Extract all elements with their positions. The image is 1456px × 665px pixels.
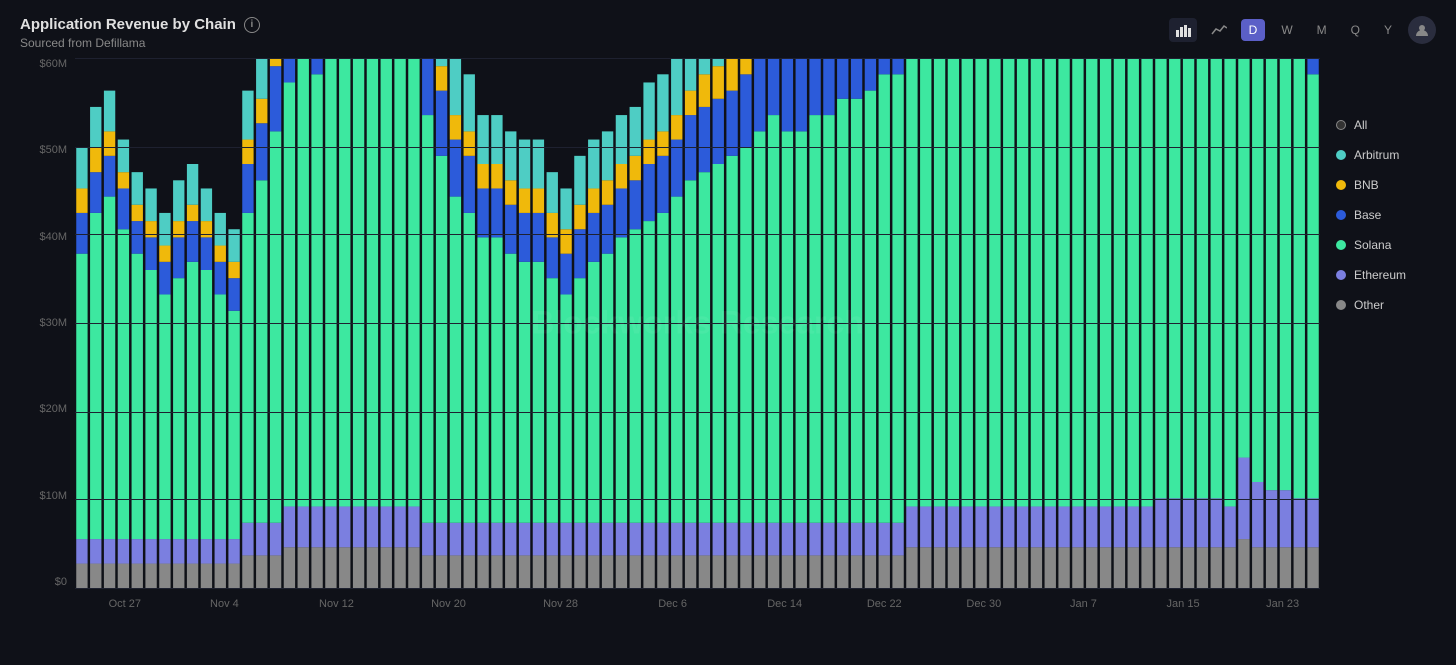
legend-item-all[interactable]: All	[1336, 118, 1436, 132]
period-d-button[interactable]: D	[1241, 19, 1266, 41]
x-axis-label: Dec 14	[767, 598, 802, 610]
y-axis: $60M $50M $40M $30M $20M $10M $0	[20, 58, 75, 588]
app-container: Application Revenue by Chain i Sourced f…	[0, 0, 1456, 665]
x-axis-label: Jan 23	[1266, 598, 1299, 610]
chart-title: Application Revenue by Chain i	[20, 16, 260, 33]
chart-area: $60M $50M $40M $30M $20M $10M $0	[20, 58, 1436, 628]
legend-label-arbitrum: Arbitrum	[1354, 148, 1399, 162]
x-axis-label: Dec 22	[867, 598, 902, 610]
legend-item-bnb[interactable]: BNB	[1336, 178, 1436, 192]
header: Application Revenue by Chain i Sourced f…	[20, 16, 1436, 50]
x-axis-label: Nov 4	[210, 598, 239, 610]
grid-lines	[75, 58, 1320, 588]
y-label-20m: $20M	[20, 403, 75, 415]
grid-line-50m	[75, 147, 1320, 148]
legend-label-ethereum: Ethereum	[1354, 268, 1406, 282]
legend-dot-all	[1336, 120, 1346, 130]
y-label-10m: $10M	[20, 490, 75, 502]
grid-line-10m	[75, 499, 1320, 500]
period-q-button[interactable]: Q	[1343, 19, 1368, 41]
x-axis-label: Jan 7	[1070, 598, 1097, 610]
legend-dot-solana	[1336, 240, 1346, 250]
x-axis-label: Jan 15	[1167, 598, 1200, 610]
legend-dot-arbitrum	[1336, 150, 1346, 160]
info-icon[interactable]: i	[244, 17, 260, 33]
legend-item-base[interactable]: Base	[1336, 208, 1436, 222]
period-m-button[interactable]: M	[1309, 19, 1335, 41]
bar-chart-button[interactable]	[1169, 18, 1197, 42]
legend-dot-ethereum	[1336, 270, 1346, 280]
chart-inner: Blockworks Research	[75, 58, 1320, 588]
title-text: Application Revenue by Chain	[20, 16, 236, 33]
legend-label-all: All	[1354, 118, 1367, 132]
chart-main: $60M $50M $40M $30M $20M $10M $0	[20, 58, 1320, 628]
grid-line-60m	[75, 58, 1320, 59]
legend-label-solana: Solana	[1354, 238, 1391, 252]
legend-label-other: Other	[1354, 298, 1384, 312]
legend: All Arbitrum BNB Base Solana Ethereum	[1336, 58, 1436, 628]
legend-item-other[interactable]: Other	[1336, 298, 1436, 312]
x-axis: Oct 27 Nov 4 Nov 12 Nov 20 Nov 28 Dec 6 Dec 14…	[75, 592, 1320, 628]
y-label-0: $0	[20, 576, 75, 588]
x-axis-label: Nov 28	[543, 598, 578, 610]
legend-dot-base	[1336, 210, 1346, 220]
line-chart-icon	[1211, 22, 1227, 38]
legend-item-ethereum[interactable]: Ethereum	[1336, 268, 1436, 282]
x-axis-label: Dec 30	[966, 598, 1001, 610]
y-label-40m: $40M	[20, 231, 75, 243]
controls: D W M Q Y	[1169, 16, 1436, 44]
x-axis-label: Nov 12	[319, 598, 354, 610]
grid-line-40m	[75, 234, 1320, 235]
grid-line-30m	[75, 323, 1320, 324]
y-label-50m: $50M	[20, 144, 75, 156]
x-axis-label: Oct 27	[109, 598, 141, 610]
bar-chart-icon	[1175, 22, 1191, 38]
legend-dot-other	[1336, 300, 1346, 310]
grid-line-0	[75, 588, 1320, 589]
chart-subtitle: Sourced from Defillama	[20, 36, 260, 50]
legend-item-arbitrum[interactable]: Arbitrum	[1336, 148, 1436, 162]
user-icon	[1415, 23, 1429, 37]
line-chart-button[interactable]	[1205, 18, 1233, 42]
period-y-button[interactable]: Y	[1376, 19, 1400, 41]
y-label-60m: $60M	[20, 58, 75, 70]
title-area: Application Revenue by Chain i Sourced f…	[20, 16, 260, 50]
grid-line-20m	[75, 412, 1320, 413]
period-w-button[interactable]: W	[1273, 19, 1300, 41]
legend-label-base: Base	[1354, 208, 1381, 222]
legend-dot-bnb	[1336, 180, 1346, 190]
y-label-30m: $30M	[20, 317, 75, 329]
user-avatar[interactable]	[1408, 16, 1436, 44]
x-axis-label: Nov 20	[431, 598, 466, 610]
legend-item-solana[interactable]: Solana	[1336, 238, 1436, 252]
legend-label-bnb: BNB	[1354, 178, 1379, 192]
x-axis-label: Dec 6	[658, 598, 687, 610]
